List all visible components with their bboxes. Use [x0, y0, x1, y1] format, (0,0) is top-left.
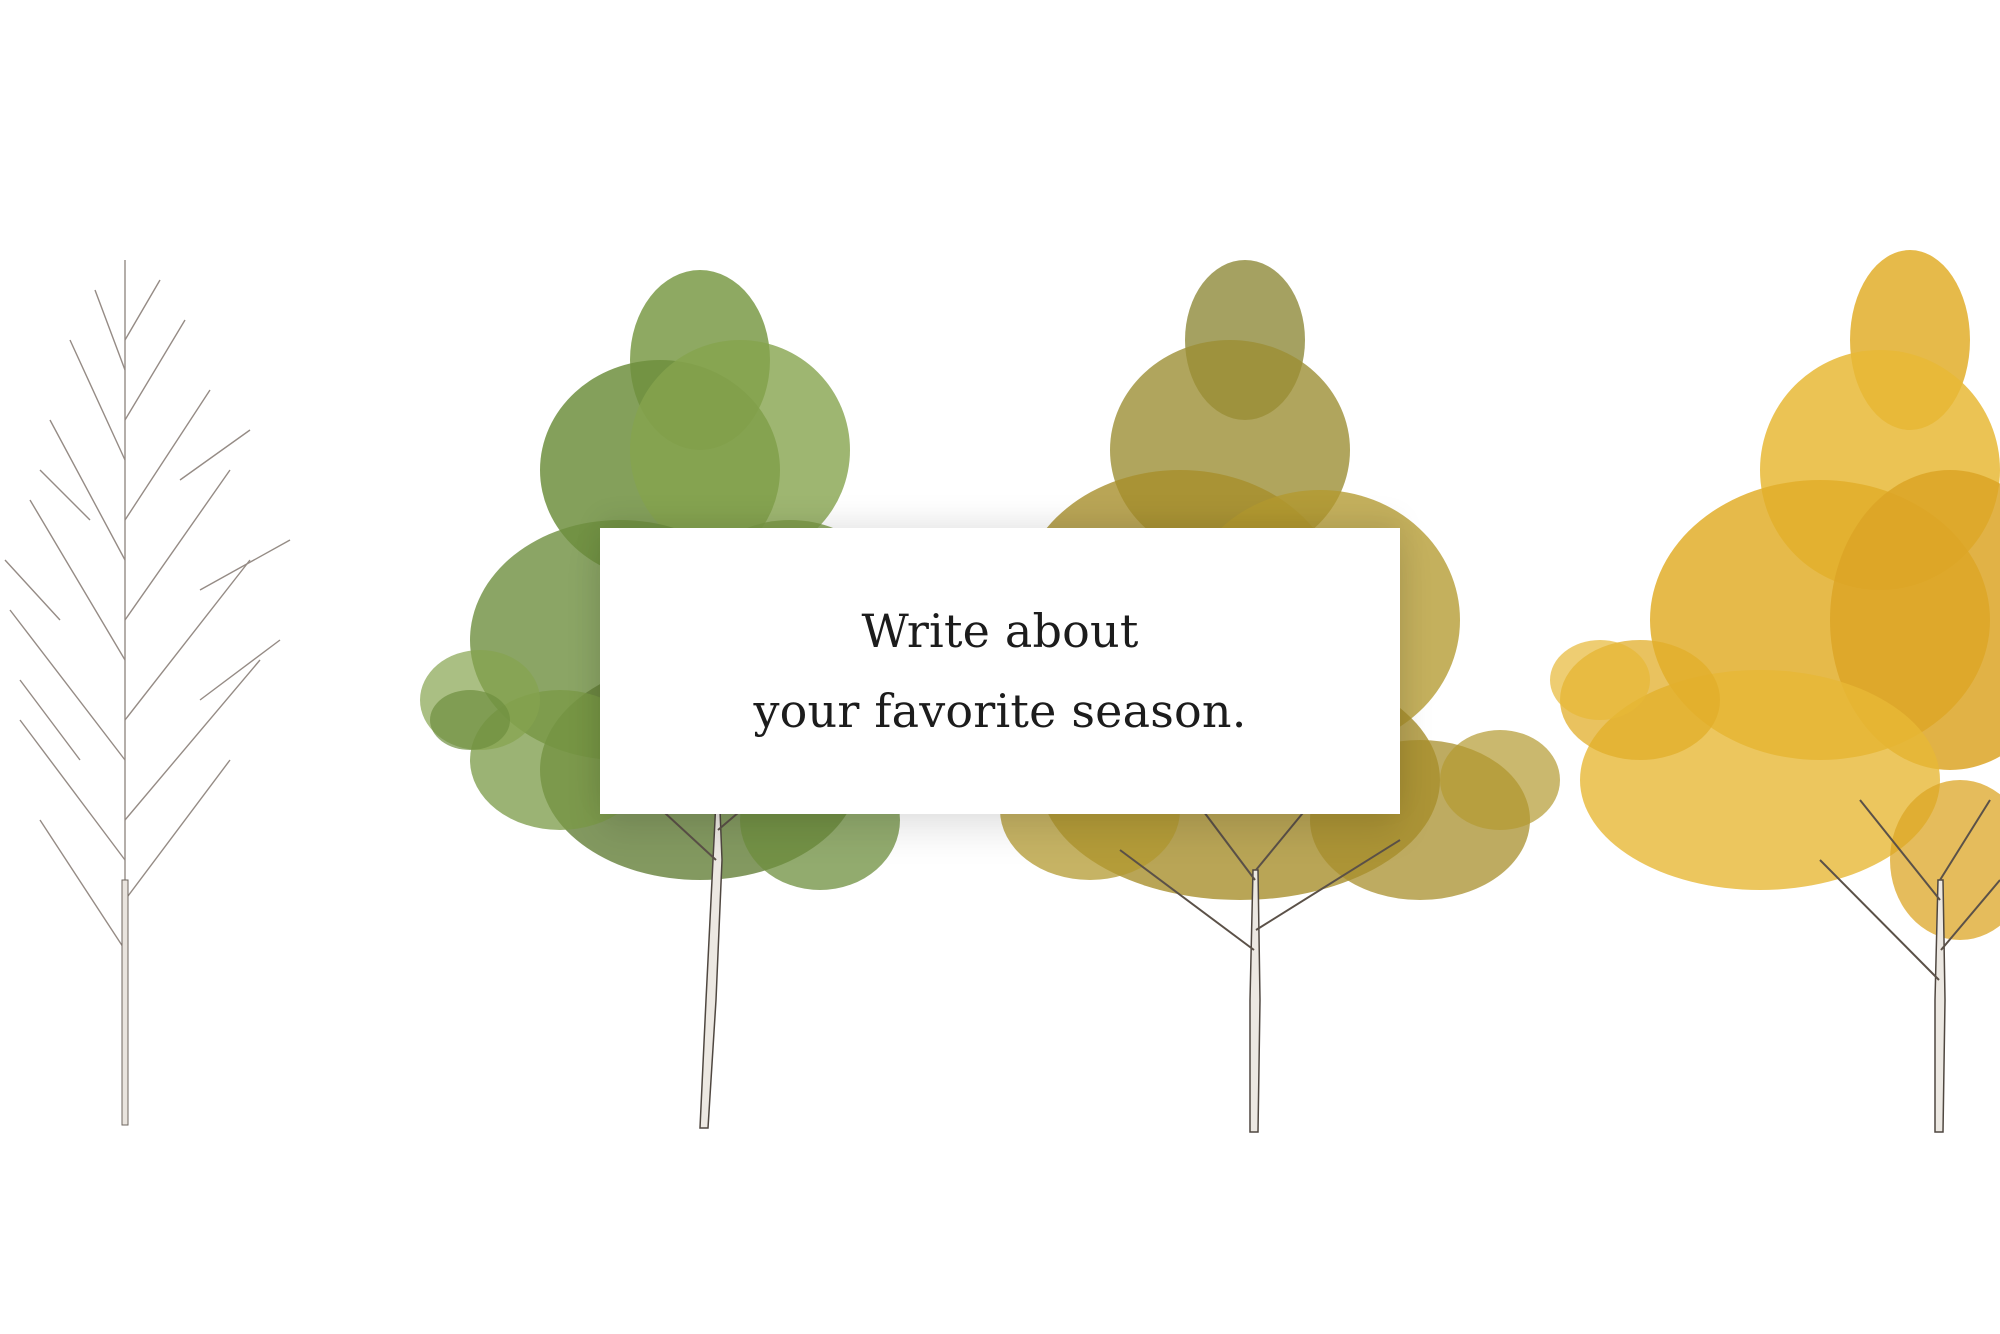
autumn-tree-late: [1550, 250, 2000, 1133]
prompt-line-2: your favorite season.: [753, 684, 1247, 738]
prompt-card: Write about your favorite season.: [600, 528, 1400, 814]
prompt-line-1: Write about: [861, 604, 1139, 658]
season-prompt-graphic: Write about your favorite season.: [0, 0, 2000, 1334]
winter-tree: [4, 260, 291, 1126]
